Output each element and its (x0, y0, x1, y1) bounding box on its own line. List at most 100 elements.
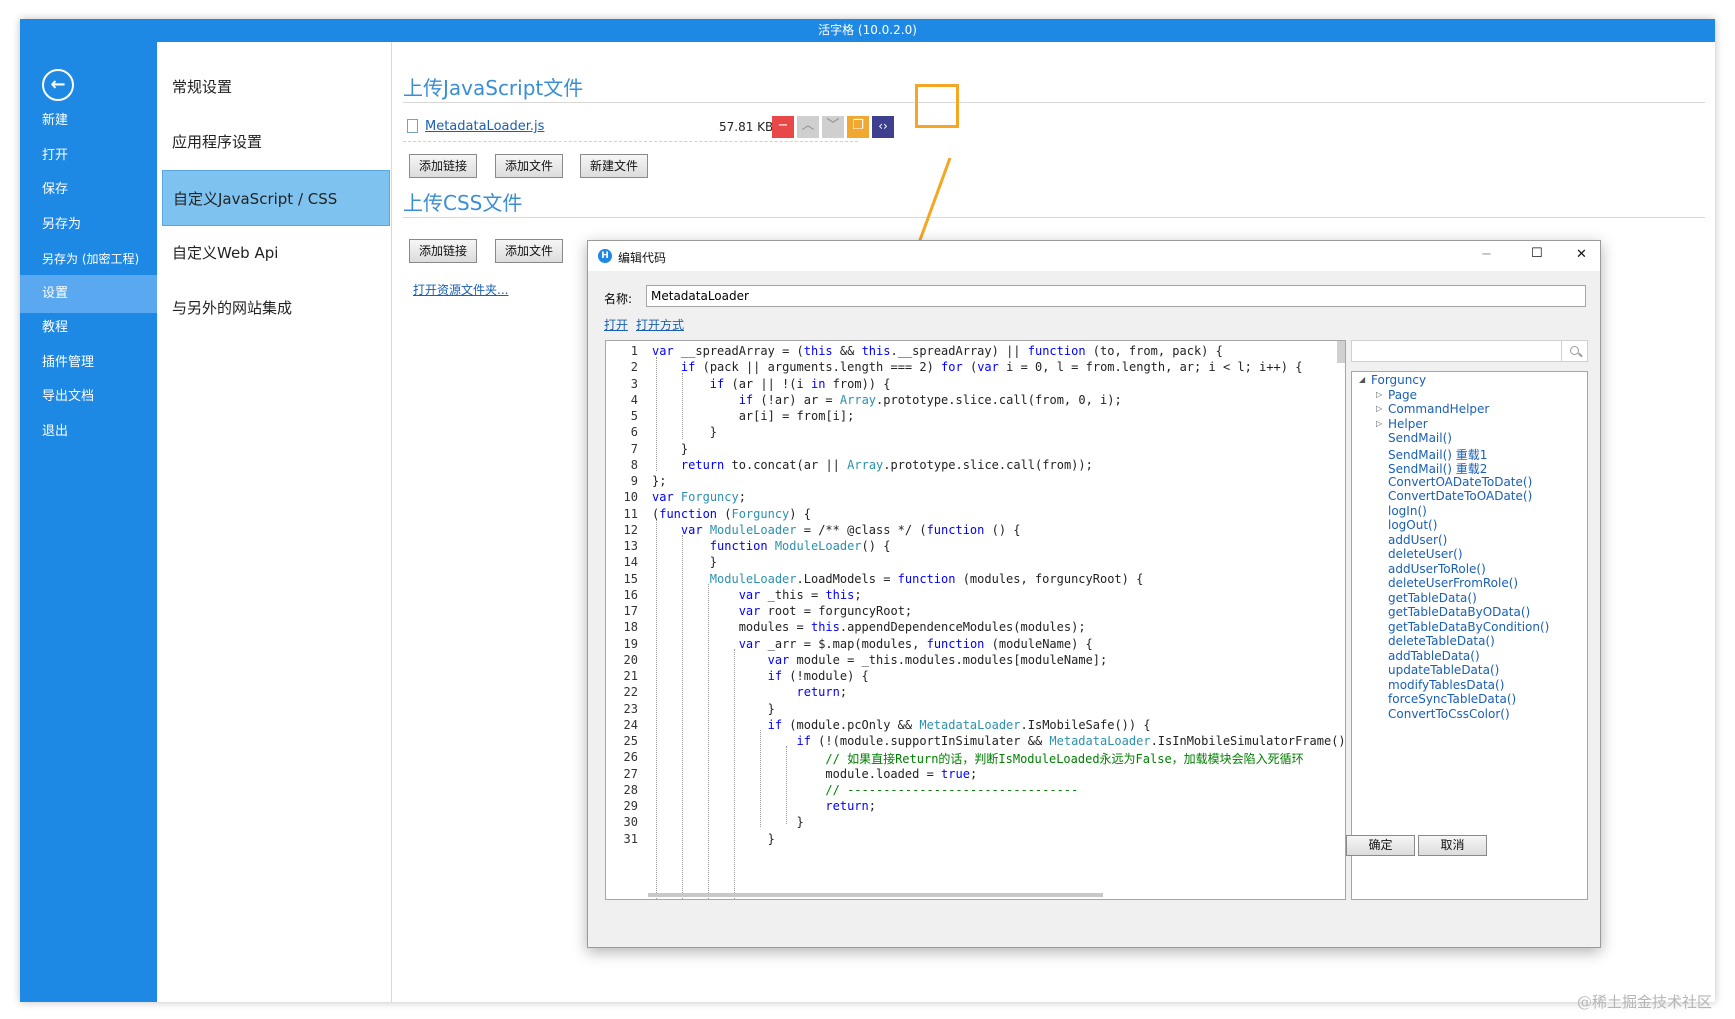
line-number: 17 (623, 604, 638, 618)
tree-node[interactable]: addTableData() (1388, 649, 1480, 663)
chevron-down-icon[interactable]: ﹀ (822, 116, 844, 138)
minus-icon[interactable]: − (772, 116, 794, 138)
nav-new[interactable]: 新建 (20, 102, 157, 140)
tree-node[interactable]: addUser() (1388, 533, 1447, 547)
code-line: if (module.pcOnly && MetadataLoader.IsMo… (767, 717, 1151, 732)
close-icon[interactable]: ✕ (1576, 247, 1587, 262)
tree-node[interactable]: ConvertDateToOADate() (1388, 489, 1532, 503)
code-line: var Forguncy; (652, 490, 746, 505)
line-number: 4 (630, 392, 638, 407)
css-section-title: 上传CSS文件 (403, 191, 523, 215)
tree-node[interactable]: Forguncy (1371, 373, 1426, 387)
tree-collapsed-icon[interactable]: ▷ (1376, 404, 1382, 413)
nav-plugin-management[interactable]: 插件管理 (20, 344, 157, 382)
search-icon[interactable] (1562, 340, 1588, 362)
code-line: var module = _this.modules.modules[modul… (767, 652, 1108, 667)
code-line: } (652, 555, 718, 570)
line-number: 18 (623, 620, 638, 635)
css-add-link-button[interactable]: 添加链接 (409, 239, 477, 263)
css-add-file-button[interactable]: 添加文件 (495, 239, 563, 263)
minimize-icon[interactable]: − (1481, 247, 1492, 262)
tree-expanded-icon[interactable]: ◢ (1359, 375, 1365, 384)
cancel-button[interactable]: 取消 (1418, 835, 1487, 856)
tree-node[interactable]: ConvertOADateToDate() (1388, 475, 1532, 489)
category-custom-web-api[interactable]: 自定义Web Api (162, 225, 390, 281)
tree-node[interactable]: forceSyncTableData() (1388, 692, 1516, 706)
code-icon[interactable]: ‹› (872, 116, 894, 138)
line-number: 1 (630, 344, 638, 358)
tree-collapsed-icon[interactable]: ▷ (1376, 419, 1382, 428)
code-line: if (!ar) ar = Array.prototype.slice.call… (738, 392, 1122, 407)
chevron-up-icon[interactable]: ︿ (797, 116, 819, 138)
tree-node[interactable]: modifyTablesData() (1388, 678, 1504, 692)
edit-code-dialog: H 编辑代码 − ☐ ✕ 名称: 打开 打开方式 1 var __spreadAr… (587, 240, 1601, 948)
js-file-link[interactable]: MetadataLoader.js (425, 119, 544, 134)
js-add-link-button[interactable]: 添加链接 (409, 154, 477, 178)
code-line: if (pack || arguments.length === 2) for … (680, 360, 1303, 375)
tree-node[interactable]: SendMail() (1388, 431, 1452, 445)
line-number: 3 (630, 376, 638, 391)
nav-save[interactable]: 保存 (20, 171, 157, 209)
js-add-file-button[interactable]: 添加文件 (495, 154, 563, 178)
tree-node[interactable]: Page (1388, 388, 1417, 402)
tree-node[interactable]: logIn() (1388, 504, 1427, 518)
tree-node[interactable]: deleteUserFromRole() (1388, 576, 1518, 590)
tree-node[interactable]: getTableDataByCondition() (1388, 620, 1549, 634)
ok-button[interactable]: 确定 (1346, 835, 1415, 856)
horizontal-scrollbar[interactable] (648, 893, 1103, 897)
tree-node[interactable]: CommandHelper (1388, 402, 1489, 416)
line-number: 7 (630, 441, 638, 456)
code-editor[interactable]: 1 var __spreadArray = (this && this.__spr… (605, 340, 1346, 900)
tree-node[interactable]: getTableDataByOData() (1388, 605, 1530, 619)
nav-exit[interactable]: 退出 (20, 413, 157, 451)
tree-search-box[interactable] (1351, 340, 1562, 362)
tree-node[interactable]: deleteUser() (1388, 547, 1463, 561)
nav-open[interactable]: 打开 (20, 137, 157, 175)
line-number: 6 (630, 425, 638, 440)
category-app[interactable]: 应用程序设置 (162, 114, 390, 170)
category-custom-js-css[interactable]: 自定义JavaScript / CSS (162, 170, 390, 226)
tree-node[interactable]: deleteTableData() (1388, 634, 1495, 648)
tree-node[interactable]: updateTableData() (1388, 663, 1499, 677)
tree-node[interactable]: ConvertToCssColor() (1388, 707, 1510, 721)
copy-icon[interactable]: ❐ (847, 116, 869, 138)
maximize-icon[interactable]: ☐ (1531, 246, 1543, 261)
code-line: if (!(module.supportInSimulater && Metad… (796, 734, 1346, 748)
line-number: 9 (630, 474, 638, 488)
nav-save-as[interactable]: 另存为 (20, 206, 157, 244)
line-number: 22 (623, 685, 638, 700)
tree-node[interactable]: logOut() (1388, 518, 1437, 532)
vertical-scrollbar[interactable] (1337, 341, 1345, 363)
js-section-title: 上传JavaScript文件 (403, 76, 584, 100)
tree-node[interactable]: Helper (1388, 417, 1428, 431)
code-line: return to.concat(ar || Array.prototype.s… (680, 457, 1093, 472)
category-site-integration[interactable]: 与另外的网站集成 (162, 280, 390, 336)
category-general[interactable]: 常规设置 (162, 59, 390, 115)
nav-tutorial[interactable]: 教程 (20, 309, 157, 347)
js-new-file-button[interactable]: 新建文件 (580, 154, 648, 178)
js-file-size: 57.81 KB (719, 120, 774, 134)
tree-node[interactable]: addUserToRole() (1388, 562, 1486, 576)
back-arrow-icon[interactable]: ← (42, 69, 74, 101)
tree-node[interactable]: getTableData() (1388, 591, 1477, 605)
line-number: 26 (623, 750, 638, 765)
line-number: 10 (623, 490, 638, 505)
line-number: 27 (623, 766, 638, 781)
nav-settings[interactable]: 设置 (20, 275, 157, 313)
code-line: } (652, 815, 804, 830)
code-line: }; (652, 474, 667, 488)
code-line: // -------------------------------- (825, 782, 1079, 797)
line-number: 21 (623, 669, 638, 683)
nav-save-as-encrypted[interactable]: 另存为 (加密工程) (20, 240, 157, 278)
nav-export-docs[interactable]: 导出文档 (20, 378, 157, 416)
backstage-nav: ← 新建 打开 保存 另存为 另存为 (加密工程) 设置 教程 插件管理 导出文… (20, 42, 157, 1002)
open-with-link[interactable]: 打开方式 (636, 316, 684, 333)
line-number: 20 (623, 652, 638, 667)
code-line: ModuleLoader.LoadModels = function (modu… (709, 571, 1144, 586)
tree-collapsed-icon[interactable]: ▷ (1376, 390, 1382, 399)
open-link[interactable]: 打开 (604, 316, 628, 333)
line-number: 5 (630, 409, 638, 423)
open-resource-folder-link[interactable]: 打开资源文件夹... (413, 281, 508, 298)
name-input[interactable] (646, 285, 1586, 307)
line-number: 29 (623, 799, 638, 813)
